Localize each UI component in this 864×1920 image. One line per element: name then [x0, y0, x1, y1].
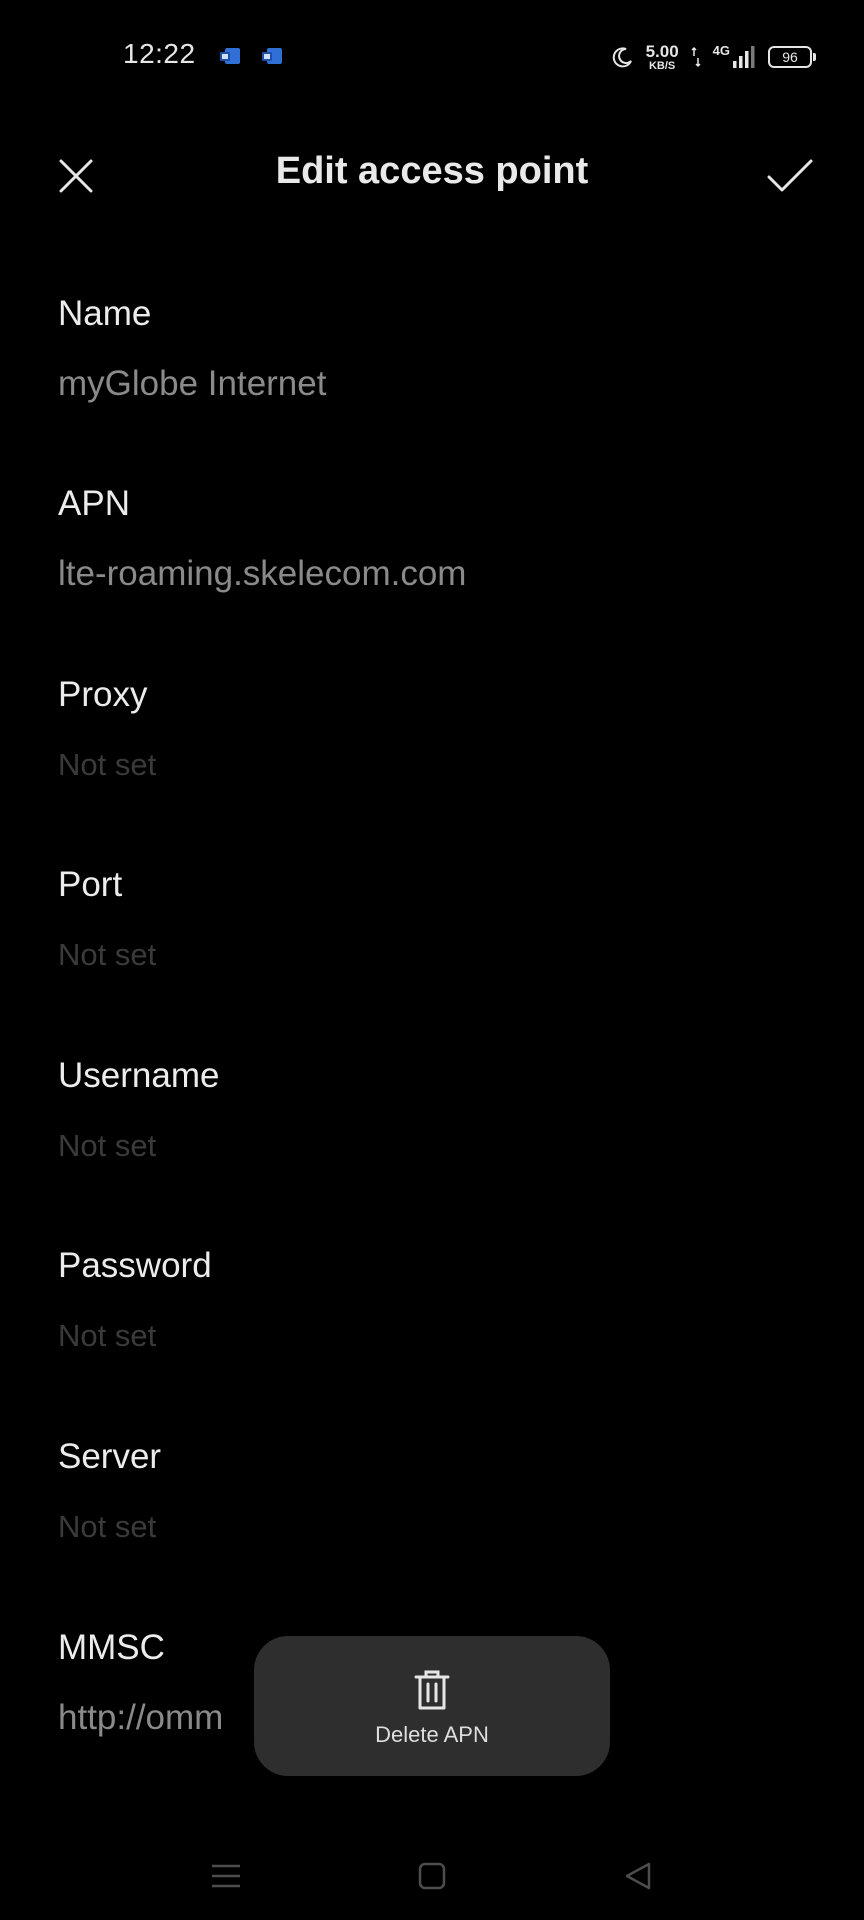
field-label: Name — [58, 294, 152, 333]
field-password[interactable]: Password Not set — [58, 1246, 818, 1396]
save-button[interactable] — [764, 150, 816, 202]
app-header: Edit access point — [0, 130, 864, 214]
data-transfer-arrows-icon — [691, 46, 701, 68]
status-indicators: 5.00 KB/S 4G 96 — [612, 40, 816, 74]
network-speed: 5.00 KB/S — [646, 43, 679, 72]
field-label: Password — [58, 1246, 212, 1285]
field-value: myGlobe Internet — [58, 364, 327, 403]
field-value: Not set — [58, 747, 157, 782]
cell-signal-icon — [733, 46, 755, 68]
status-time: 12:22 — [123, 38, 196, 69]
field-username[interactable]: Username Not set — [58, 1056, 818, 1206]
delete-apn-button[interactable]: Delete APN — [254, 1636, 610, 1776]
field-apn[interactable]: APN lte-roaming.skelecom.com — [58, 484, 818, 634]
delete-apn-label: Delete APN — [375, 1722, 489, 1747]
trash-icon — [414, 1670, 450, 1710]
field-value: Not set — [58, 937, 157, 972]
field-server[interactable]: Server Not set — [58, 1437, 818, 1587]
recent-apps-button[interactable] — [198, 1848, 254, 1904]
speed-unit: KB/S — [648, 59, 676, 72]
field-label: Server — [58, 1437, 162, 1476]
battery-icon: 96 — [768, 46, 816, 68]
speed-value: 5.00 — [645, 41, 679, 61]
do-not-disturb-moon-icon — [612, 47, 632, 68]
check-icon — [767, 159, 813, 192]
home-square-icon — [418, 1862, 446, 1890]
field-proxy[interactable]: Proxy Not set — [58, 675, 818, 825]
field-label: APN — [58, 484, 130, 523]
field-name[interactable]: Name myGlobe Internet — [58, 294, 818, 444]
page-title: Edit access point — [275, 150, 589, 192]
field-value: lte-roaming.skelecom.com — [58, 554, 467, 593]
field-label: Username — [58, 1056, 220, 1095]
field-value: Not set — [58, 1318, 157, 1353]
messenger-notification-icon — [220, 48, 240, 64]
messenger-notification-icon — [262, 48, 282, 64]
field-value: Not set — [58, 1509, 157, 1544]
back-button[interactable] — [610, 1848, 666, 1904]
network-type: 4G — [712, 42, 730, 58]
field-port[interactable]: Port Not set — [58, 865, 818, 1015]
field-label: Port — [58, 865, 123, 904]
battery-level: 96 — [782, 49, 798, 65]
home-button[interactable] — [404, 1848, 460, 1904]
menu-icon — [212, 1864, 240, 1888]
field-value: Not set — [58, 1128, 157, 1163]
status-bar: 12:22 5.00 KB/S 4G 96 — [0, 0, 864, 110]
system-navigation-bar — [0, 1830, 864, 1920]
field-label: Proxy — [58, 675, 148, 714]
back-triangle-icon — [625, 1862, 651, 1890]
